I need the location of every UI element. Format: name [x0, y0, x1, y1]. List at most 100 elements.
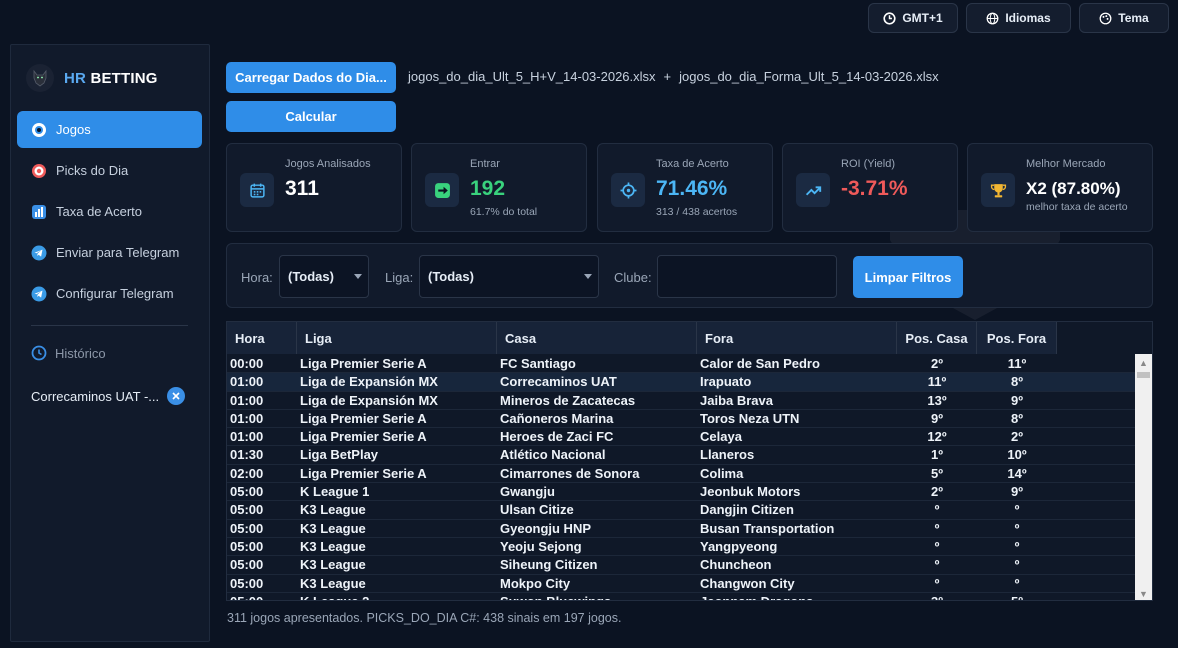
- header-pos-fora[interactable]: Pos. Fora: [977, 322, 1057, 354]
- table-row[interactable]: 05:00 K3 League Gyeongju HNP Busan Transpor…: [227, 519, 1135, 538]
- chevron-down-icon: [354, 274, 362, 279]
- table-row[interactable]: 01:00 Liga de Expansión MX Correcaminos UA…: [227, 373, 1135, 392]
- sidebar-nav: Jogos Picks do Dia Taxa de Acerto Enviar…: [17, 111, 202, 316]
- club-filter-label: Clube:: [614, 270, 652, 285]
- table-row[interactable]: 02:00 Liga Premier Serie A Cimarrones de S…: [227, 464, 1135, 484]
- cell-hora: 05:00: [230, 520, 264, 536]
- table-row[interactable]: 05:00 K3 League Siheung Citizen Chuncheon º º: [227, 556, 1135, 575]
- sidebar-item-config-telegram[interactable]: Configurar Telegram: [17, 275, 202, 312]
- theme-button[interactable]: Tema: [1079, 3, 1169, 33]
- cell-casa: Gwangju: [500, 484, 555, 500]
- table-header: Hora Liga Casa Fora Pos. Casa Pos. Fora: [227, 322, 1057, 354]
- sidebar-item-picks[interactable]: Picks do Dia: [17, 152, 202, 189]
- remove-history-button[interactable]: [167, 387, 186, 405]
- brand: HR BETTING: [26, 64, 158, 92]
- file-name-1: jogos_do_dia_Ult_5_H+V_14-03-2026.xlsx: [408, 69, 656, 84]
- cell-pos-casa: 13º: [927, 392, 947, 408]
- table-row[interactable]: 05:00 K3 League Yeoju Sejong Yangpyeong º º: [227, 537, 1135, 557]
- file-name-2: jogos_do_dia_Forma_Ult_5_14-03-2026.xlsx: [679, 69, 939, 84]
- cell-liga: K League 2: [297, 593, 497, 600]
- load-data-button[interactable]: Carregar Dados do Dia...: [226, 62, 396, 93]
- cell-fora: Jaiba Brava: [700, 392, 773, 408]
- cell-casa: Atlético Nacional: [500, 447, 606, 463]
- league-select[interactable]: (Todas): [419, 255, 599, 298]
- stat-card-hit-rate: Taxa de Acerto 71.46% 313 / 438 acertos: [597, 143, 773, 232]
- sidebar-item-label: Taxa de Acerto: [56, 204, 142, 219]
- languages-label: Idiomas: [1005, 11, 1051, 25]
- timezone-button[interactable]: GMT+1: [868, 3, 958, 33]
- sidebar-item-jogos[interactable]: Jogos: [17, 111, 202, 148]
- cell-fora: Calor de San Pedro: [700, 356, 820, 371]
- cell-liga: K3 League: [300, 575, 366, 591]
- club-input[interactable]: [657, 255, 837, 298]
- cell-casa: Gyeongju HNP: [500, 520, 592, 536]
- table-row[interactable]: 01:00 Liga Premier Serie A Cañoneros Marin…: [227, 409, 1135, 429]
- history-entry[interactable]: Correcaminos UAT -...: [31, 387, 186, 405]
- cell-hora: 01:00: [230, 429, 264, 445]
- table-row[interactable]: 05:00K League 2Suwon BluewingsJeonnam Dr…: [227, 592, 1135, 600]
- cell-hora: 01:00: [230, 410, 264, 426]
- cell-pos-fora: 2º: [1011, 429, 1023, 445]
- clear-filters-button[interactable]: Limpar Filtros: [853, 256, 963, 298]
- table-row[interactable]: 01:00 Liga de Expansión MX Mineros de Zaca…: [227, 391, 1135, 410]
- languages-button[interactable]: Idiomas: [966, 3, 1071, 33]
- scroll-down-icon[interactable]: ▼: [1135, 585, 1152, 600]
- cell-pos-fora: 8º: [1011, 374, 1023, 390]
- cell-hora: 00:00: [230, 356, 264, 371]
- cell-liga: K3 League: [300, 538, 366, 554]
- eye-icon: [32, 122, 46, 137]
- header-pos-casa[interactable]: Pos. Casa: [897, 322, 977, 354]
- table-body: 00:00 Liga Premier Serie A FC Santiago Calo…: [227, 355, 1135, 600]
- trend-up-icon: [796, 173, 830, 207]
- table-row[interactable]: 05:00 K3 League Ulsan Citize Dangjin Citize…: [227, 501, 1135, 520]
- crosshair-icon: [611, 173, 645, 207]
- palette-icon: [1099, 12, 1112, 24]
- vertical-scrollbar[interactable]: ▲ ▼: [1135, 354, 1152, 600]
- history-entry-label: Correcaminos UAT -...: [31, 388, 160, 404]
- cell-fora: Colima: [700, 465, 744, 481]
- cell-hora: 01:30: [230, 447, 264, 463]
- cell-pos-casa: º: [934, 557, 940, 573]
- header-hora[interactable]: Hora: [227, 322, 297, 354]
- cell-pos-fora: 9º: [1011, 484, 1023, 500]
- cell-pos-casa: 12º: [927, 429, 947, 445]
- cell-casa: Cimarrones de Sonora: [500, 465, 640, 481]
- table-row[interactable]: 01:00 Liga Premier Serie A Heroes de Zaci …: [227, 428, 1135, 447]
- league-filter-label: Liga:: [385, 270, 414, 285]
- cell-liga: Liga Premier Serie A: [300, 356, 427, 371]
- telegram-icon: [31, 286, 47, 301]
- sidebar-item-send-telegram[interactable]: Enviar para Telegram: [17, 234, 202, 271]
- table-row[interactable]: 01:30 Liga BetPlay Atlético Nacional Llaner…: [227, 446, 1135, 465]
- trophy-icon: [981, 173, 1015, 207]
- calculate-button[interactable]: Calcular: [226, 101, 396, 132]
- stat-label: Melhor Mercado: [1026, 158, 1106, 170]
- sidebar-item-taxa[interactable]: Taxa de Acerto: [17, 193, 202, 230]
- scroll-thumb[interactable]: [1137, 372, 1150, 378]
- cell-pos-casa: º: [934, 575, 940, 591]
- globe-icon: [986, 12, 999, 24]
- cell-hora: 01:00: [230, 392, 264, 408]
- stat-value: 311: [285, 177, 319, 200]
- cell-pos-casa: 2º: [931, 356, 943, 371]
- stat-card-best-market: Melhor Mercado X2 (87.80%) melhor taxa d…: [967, 143, 1153, 232]
- table-row[interactable]: 05:00 K3 League Mokpo City Changwon City º º: [227, 574, 1135, 593]
- header-casa[interactable]: Casa: [497, 322, 697, 354]
- sidebar-item-history[interactable]: Histórico: [31, 345, 106, 361]
- cell-liga: Liga BetPlay: [300, 447, 379, 463]
- header-fora[interactable]: Fora: [697, 322, 897, 354]
- scroll-up-icon[interactable]: ▲: [1135, 354, 1152, 371]
- cell-casa: Siheung Citizen: [500, 557, 598, 573]
- wolf-logo-icon: [26, 64, 54, 92]
- cell-casa: Heroes de Zaci FC: [500, 429, 614, 445]
- stat-card-enter: Entrar 192 61.7% do total: [411, 143, 587, 232]
- stat-value: 192: [470, 177, 506, 200]
- table-row[interactable]: 05:00 K League 1 Gwangju Jeonbuk Motors 2º 9º: [227, 483, 1135, 502]
- timezone-label: GMT+1: [902, 11, 943, 25]
- cell-casa: Ulsan Citize: [500, 502, 574, 518]
- cell-pos-casa: 5º: [931, 465, 943, 481]
- table-row[interactable]: 00:00 Liga Premier Serie A FC Santiago Calo…: [227, 355, 1135, 374]
- cell-pos-casa: º: [934, 538, 940, 554]
- stat-value: -3.71%: [841, 177, 908, 200]
- hour-select[interactable]: (Todas): [279, 255, 369, 298]
- header-liga[interactable]: Liga: [297, 322, 497, 354]
